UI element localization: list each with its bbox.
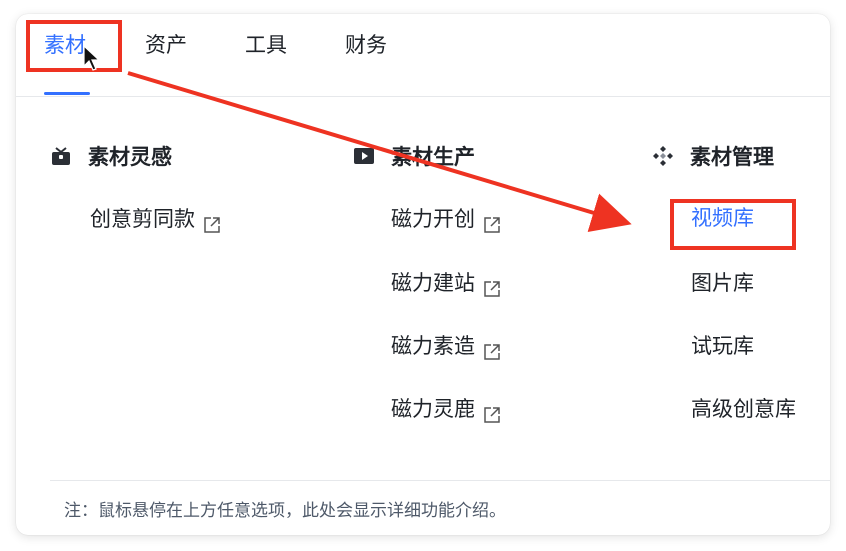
menu-item-image-library[interactable]: 图片库 bbox=[691, 266, 754, 300]
external-link-icon bbox=[203, 210, 221, 233]
menu-item-magnetic-material[interactable]: 磁力素造 bbox=[391, 329, 501, 363]
footer-note: 注：鼠标悬停在上方任意选项，此处会显示详细功能介绍。 bbox=[64, 501, 506, 521]
menu-item-magnetic-create[interactable]: 磁力开创 bbox=[391, 202, 501, 236]
column-header: 素材管理 bbox=[652, 139, 774, 173]
menu-item-creative-template[interactable]: 创意剪同款 bbox=[90, 202, 221, 236]
dropdown-panel: 素材 资产 工具 财务 素材灵感 创意剪同款 素材生产 磁力开创 磁力建站 磁力… bbox=[16, 14, 830, 535]
menu-item-playable-library[interactable]: 试玩库 bbox=[691, 329, 754, 363]
column-title: 素材生产 bbox=[391, 145, 475, 169]
menu-item-label: 试玩库 bbox=[691, 334, 754, 358]
top-nav: 素材 资产 工具 财务 bbox=[16, 14, 830, 97]
footer-divider bbox=[50, 480, 830, 481]
menu-item-label: 磁力开创 bbox=[391, 207, 475, 231]
menu-item-label: 创意剪同款 bbox=[90, 207, 195, 231]
menu-item-video-library[interactable]: 视频库 bbox=[691, 201, 754, 235]
diamond-grid-icon bbox=[652, 145, 674, 167]
menu-item-label: 磁力灵鹿 bbox=[391, 397, 475, 421]
menu-item-magnetic-deer[interactable]: 磁力灵鹿 bbox=[391, 392, 501, 426]
tab-assets[interactable]: 资产 bbox=[145, 28, 187, 62]
external-link-icon bbox=[483, 400, 501, 423]
play-icon bbox=[353, 145, 375, 167]
menu-item-advanced-creative-library[interactable]: 高级创意库 bbox=[691, 392, 796, 426]
column-title: 素材灵感 bbox=[88, 145, 172, 169]
tab-tools[interactable]: 工具 bbox=[245, 28, 287, 62]
column-header: 素材生产 bbox=[353, 139, 475, 173]
column-header: 素材灵感 bbox=[50, 139, 172, 173]
column-title: 素材管理 bbox=[690, 145, 774, 169]
menu-item-label: 图片库 bbox=[691, 271, 754, 295]
menu-item-label: 视频库 bbox=[691, 206, 754, 230]
external-link-icon bbox=[483, 274, 501, 297]
menu-item-label: 高级创意库 bbox=[691, 397, 796, 421]
external-link-icon bbox=[483, 337, 501, 360]
external-link-icon bbox=[483, 210, 501, 233]
menu-item-label: 磁力建站 bbox=[391, 271, 475, 295]
menu-item-magnetic-site[interactable]: 磁力建站 bbox=[391, 266, 501, 300]
gift-box-icon bbox=[50, 145, 72, 167]
active-tab-indicator bbox=[44, 92, 90, 95]
menu-item-label: 磁力素造 bbox=[391, 334, 475, 358]
tab-material[interactable]: 素材 bbox=[44, 28, 86, 62]
tab-finance[interactable]: 财务 bbox=[345, 28, 387, 62]
